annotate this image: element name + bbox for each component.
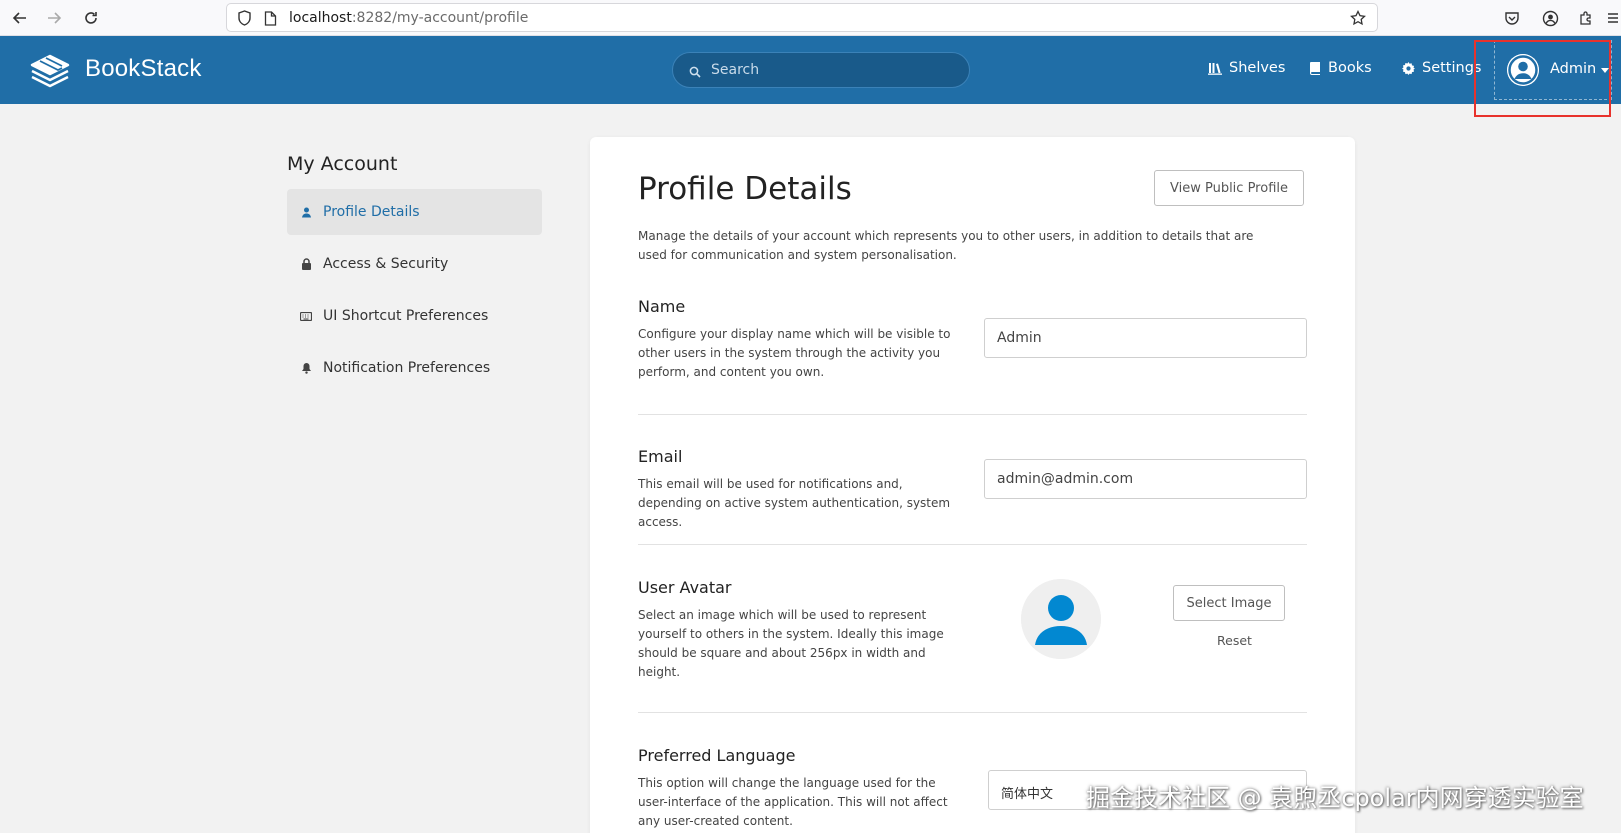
search-icon — [689, 63, 703, 78]
app-header: BookStack Shelves Books Settings Admin — [0, 36, 1621, 104]
shelves-icon — [1208, 63, 1222, 75]
nav-shelves[interactable]: Shelves — [1208, 60, 1285, 76]
search-box[interactable] — [672, 52, 970, 88]
browser-toolbar: localhost:8282/my-account/profile — [0, 0, 1621, 36]
sidebar-item-profile-details[interactable]: Profile Details — [287, 189, 542, 235]
avatar-section-title: User Avatar — [638, 578, 732, 597]
divider — [638, 712, 1307, 713]
nav-books-label: Books — [1328, 60, 1372, 76]
address-bar[interactable]: localhost:8282/my-account/profile — [226, 3, 1378, 32]
divider — [638, 414, 1307, 415]
url-text[interactable]: localhost:8282/my-account/profile — [289, 10, 528, 26]
language-section-description: This option will change the language use… — [638, 776, 948, 828]
bookstack-logo-icon[interactable] — [28, 50, 72, 90]
sidebar-item-notification-preferences[interactable]: Notification Preferences — [287, 345, 542, 391]
view-public-profile-button[interactable]: View Public Profile — [1154, 170, 1304, 206]
bell-icon — [299, 361, 313, 375]
reset-avatar-button[interactable]: Reset — [1217, 633, 1252, 648]
bookmark-star-icon[interactable] — [1349, 9, 1367, 27]
user-avatar-image — [1021, 579, 1101, 659]
nav-settings[interactable]: Settings — [1402, 60, 1481, 76]
book-icon — [1310, 62, 1320, 75]
page-title: Profile Details — [638, 171, 852, 207]
nav-shelves-label: Shelves — [1229, 60, 1286, 76]
gear-icon — [1402, 61, 1415, 75]
intro-text: Manage the details of your account which… — [638, 229, 1254, 262]
pocket-icon[interactable] — [1500, 6, 1524, 30]
search-input[interactable] — [711, 60, 951, 80]
name-section-description: Configure your display name which will b… — [638, 327, 951, 379]
sidebar-item-label: Access & Security — [323, 256, 449, 272]
avatar — [1507, 54, 1539, 86]
select-image-button[interactable]: Select Image — [1173, 585, 1285, 621]
page-icon[interactable] — [261, 9, 279, 27]
shield-icon[interactable] — [235, 9, 253, 27]
email-section-title: Email — [638, 447, 683, 466]
sidebar-item-ui-shortcut-preferences[interactable]: UI Shortcut Preferences — [287, 293, 542, 339]
name-field[interactable] — [984, 318, 1307, 358]
extensions-icon[interactable] — [1574, 6, 1598, 30]
menu-icon[interactable] — [1603, 6, 1621, 30]
sidebar-title: My Account — [287, 153, 398, 175]
back-icon[interactable] — [8, 6, 32, 30]
chevron-down-icon — [1601, 68, 1609, 73]
sidebar-item-label: UI Shortcut Preferences — [323, 308, 489, 324]
name-section-title: Name — [638, 297, 686, 316]
reload-icon[interactable] — [79, 6, 103, 30]
account-icon[interactable] — [1538, 6, 1562, 30]
sidebar-item-access-security[interactable]: Access & Security — [287, 241, 542, 287]
keyboard-icon — [299, 309, 313, 323]
forward-icon[interactable] — [42, 6, 66, 30]
watermark: 掘金技术社区 @ 袁煦丞cpolar内网穿透实验室 — [1086, 784, 1584, 812]
user-menu-toggle[interactable]: Admin — [1494, 40, 1612, 100]
profile-card: Profile Details View Public Profile Mana… — [590, 137, 1355, 833]
sidebar-item-label: Profile Details — [323, 204, 420, 220]
nav-settings-label: Settings — [1422, 60, 1482, 76]
sidebar-item-label: Notification Preferences — [323, 360, 491, 376]
user-name: Admin — [1550, 61, 1597, 77]
nav-books[interactable]: Books — [1309, 60, 1372, 76]
email-field[interactable] — [984, 459, 1307, 499]
lock-icon — [299, 257, 313, 271]
email-section-description: This email will be used for notification… — [638, 477, 951, 529]
language-section-title: Preferred Language — [638, 746, 796, 765]
avatar-section-description: Select an image which will be used to re… — [638, 608, 944, 679]
divider — [638, 544, 1307, 545]
user-icon — [299, 205, 313, 219]
brand-name[interactable]: BookStack — [85, 55, 202, 83]
